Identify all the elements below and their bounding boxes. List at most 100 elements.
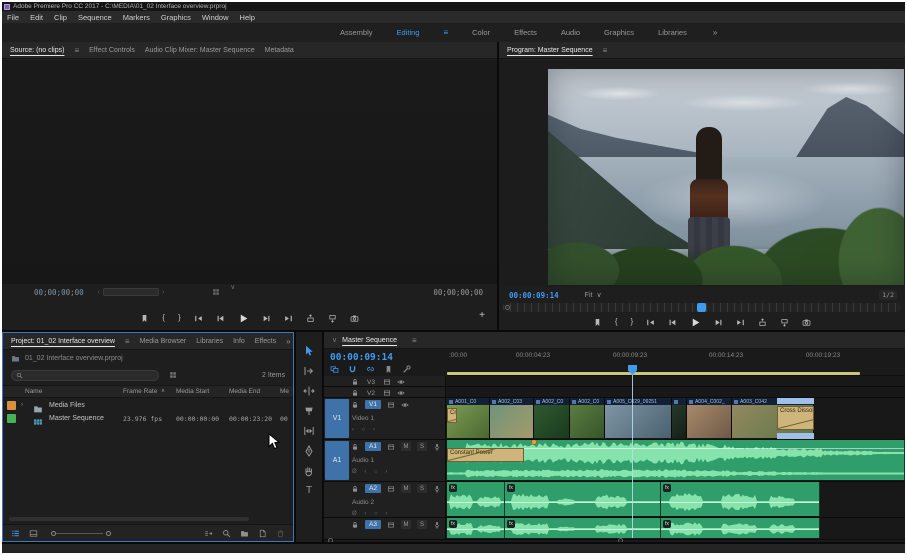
mute-button[interactable]: M (401, 484, 411, 493)
label-color-swatch[interactable] (7, 401, 16, 410)
scrubber-left-handle[interactable] (505, 305, 510, 310)
track-content-v1[interactable]: A001_C0A002_C03A002_C0A002_C0A005_C029_0… (447, 398, 905, 439)
audio-clip[interactable]: fx (661, 518, 820, 538)
find-button[interactable] (222, 529, 231, 538)
volume-rubber-band[interactable] (661, 529, 819, 530)
table-row[interactable]: ›Media Files (3, 399, 293, 412)
program-zoom-select[interactable]: Fit∨ (585, 291, 602, 299)
track-content-a1[interactable]: Constant Power (447, 440, 905, 481)
snap-icon[interactable] (348, 365, 357, 374)
track-target-v2[interactable]: V2 (365, 390, 377, 397)
play-button[interactable] (690, 317, 701, 328)
track-target-v1[interactable]: V1 (365, 400, 381, 409)
source-patch-v1[interactable]: V1 (325, 399, 349, 438)
solo-button[interactable]: S (417, 442, 427, 451)
panel-menu-icon[interactable]: ≡ (412, 336, 417, 345)
automate-to-sequence-button[interactable] (204, 529, 213, 538)
thumbnail-zoom-slider[interactable] (51, 533, 103, 534)
search-input[interactable] (26, 372, 154, 379)
solo-button[interactable]: S (417, 484, 427, 493)
export-frame-button[interactable] (802, 318, 811, 327)
go-to-out-button[interactable] (284, 314, 293, 323)
workspace-overflow-icon[interactable]: » (713, 28, 717, 37)
item-name[interactable]: Master Sequence (49, 415, 104, 422)
workspace-tab-libraries[interactable]: Libraries (658, 28, 687, 37)
table-row[interactable]: Master Sequence23.976 fps00:00:00:0000:0… (3, 412, 293, 425)
video-clip[interactable]: A004_C002_ (687, 398, 732, 438)
column-header-me[interactable]: Me (280, 388, 289, 395)
mute-button[interactable]: M (401, 442, 411, 451)
tool-selection[interactable] (303, 344, 316, 357)
add-marker-button[interactable] (593, 318, 602, 327)
volume-rubber-band[interactable] (447, 502, 504, 503)
project-scrollbar[interactable] (9, 517, 249, 521)
tool-ripple-edit[interactable] (303, 384, 316, 397)
mark-in-button[interactable]: { (162, 314, 165, 322)
column-header-media-start[interactable]: Media Start (176, 388, 209, 395)
tool-track-select-forward[interactable] (303, 364, 316, 377)
project-search-box[interactable] (11, 370, 159, 381)
audio-clip[interactable]: fx (447, 482, 505, 516)
mute-button[interactable]: M (401, 520, 411, 529)
track-output-eye-icon[interactable] (397, 378, 405, 386)
timeline-panel-chevron-icon[interactable]: ∨ (332, 336, 337, 344)
video-clip[interactable]: A002_C0 (534, 398, 570, 438)
item-name[interactable]: Media Files (49, 402, 85, 409)
play-button[interactable] (238, 313, 249, 324)
voiceover-record-icon[interactable] (433, 443, 441, 451)
sync-lock-icon[interactable] (387, 485, 395, 493)
program-scrubber[interactable] (503, 303, 901, 312)
tab-project-2[interactable]: Libraries (196, 338, 233, 345)
volume-rubber-band[interactable] (505, 529, 660, 530)
menu-sequence[interactable]: Sequence (78, 13, 112, 22)
track-keyframe-nav[interactable]: ‹ ○ › (352, 427, 378, 433)
source-settings-icon[interactable] (212, 283, 220, 301)
tool-razor[interactable] (303, 404, 316, 417)
clear-button[interactable] (276, 529, 285, 538)
video-clip[interactable]: A002_C03 (490, 398, 534, 438)
tab-project-3[interactable]: Info (233, 338, 255, 345)
project-breadcrumb[interactable]: 01_02 Interface overview.prproj (3, 351, 293, 366)
track-content-v[interactable] (447, 387, 905, 397)
tab-overflow-icon[interactable]: » (286, 337, 290, 346)
export-frame-button[interactable] (350, 314, 359, 323)
track-lock-icon[interactable] (351, 378, 359, 386)
tab-project-1[interactable]: Media Browser (140, 338, 197, 345)
voiceover-record-icon[interactable] (433, 521, 441, 529)
video-clip[interactable]: A002_C0 (570, 398, 605, 438)
audio-clip[interactable]: fx (505, 518, 661, 538)
voiceover-record-icon[interactable] (433, 485, 441, 493)
mark-out-button[interactable]: } (178, 314, 181, 322)
track-lock-icon[interactable] (351, 401, 359, 409)
column-header-media-end[interactable]: Media End (229, 388, 260, 395)
go-to-out-button[interactable] (736, 318, 745, 327)
tool-pen[interactable] (303, 444, 316, 457)
video-clip[interactable]: A005_C029_09251 (605, 398, 672, 438)
list-view-button[interactable] (11, 529, 20, 538)
panel-menu-icon[interactable]: ≡ (443, 28, 448, 37)
workspace-tab-editing[interactable]: Editing (397, 28, 420, 37)
sync-lock-icon[interactable] (383, 389, 391, 397)
track-lock-icon[interactable] (351, 443, 359, 451)
workspace-tab-graphics[interactable]: Graphics (604, 28, 634, 37)
track-output-eye-icon[interactable] (397, 389, 405, 397)
video-transition-cross-dissolve[interactable]: Cross Dissolve (777, 406, 814, 430)
track-target-a3[interactable]: A3 (365, 520, 381, 529)
extract-button[interactable] (780, 318, 789, 327)
step-forward-button[interactable] (262, 314, 271, 323)
volume-rubber-band[interactable] (505, 502, 660, 503)
audio-clip[interactable]: fx (661, 482, 820, 516)
go-to-in-button[interactable] (646, 318, 655, 327)
timeline-ruler[interactable]: :00:0000:00:04:2300:00:09:2300:00:14:230… (447, 349, 905, 376)
menu-clip[interactable]: Clip (54, 13, 67, 22)
tab-project-0[interactable]: Project: 01_02 Interface overview (11, 338, 125, 345)
track-content-a2[interactable]: fxfxfx (447, 482, 905, 517)
add-marker-icon[interactable] (384, 365, 393, 374)
work-area-bar[interactable] (447, 372, 860, 375)
tool-hand[interactable] (303, 464, 316, 477)
track-keyframe-nav[interactable]: Ø ‹ ○ › (352, 511, 390, 517)
icon-view-button[interactable] (29, 529, 38, 538)
nest-icon[interactable] (330, 365, 339, 374)
track-keyframe-nav[interactable]: Ø ‹ ○ › (352, 469, 390, 475)
track-lock-icon[interactable] (351, 485, 359, 493)
